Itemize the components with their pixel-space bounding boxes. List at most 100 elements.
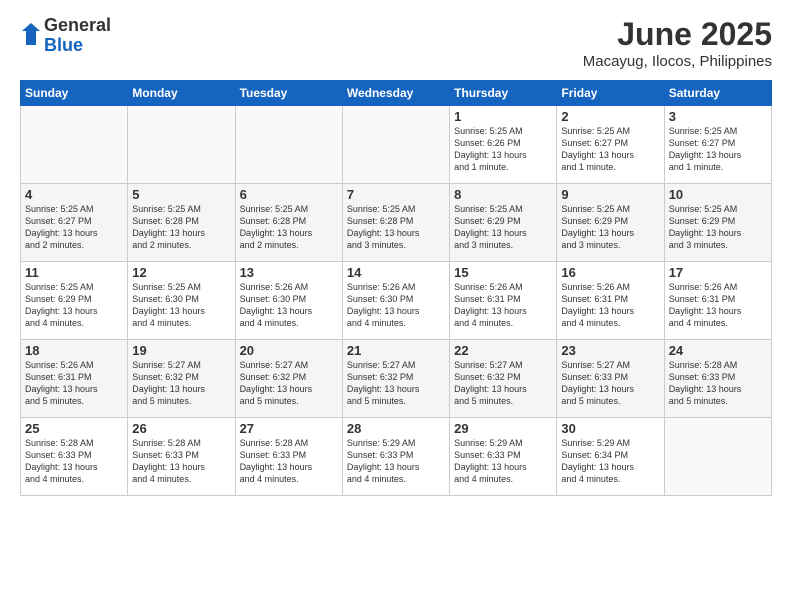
day-info: Sunrise: 5:25 AM Sunset: 6:28 PM Dayligh… [240, 203, 338, 252]
day-number: 19 [132, 343, 230, 358]
table-row: 5Sunrise: 5:25 AM Sunset: 6:28 PM Daylig… [128, 184, 235, 262]
day-number: 11 [25, 265, 123, 280]
table-row: 18Sunrise: 5:26 AM Sunset: 6:31 PM Dayli… [21, 340, 128, 418]
table-row: 22Sunrise: 5:27 AM Sunset: 6:32 PM Dayli… [450, 340, 557, 418]
table-row: 2Sunrise: 5:25 AM Sunset: 6:27 PM Daylig… [557, 106, 664, 184]
table-row: 29Sunrise: 5:29 AM Sunset: 6:33 PM Dayli… [450, 418, 557, 496]
day-info: Sunrise: 5:26 AM Sunset: 6:31 PM Dayligh… [669, 281, 767, 330]
table-row: 17Sunrise: 5:26 AM Sunset: 6:31 PM Dayli… [664, 262, 771, 340]
day-info: Sunrise: 5:25 AM Sunset: 6:28 PM Dayligh… [347, 203, 445, 252]
table-row: 3Sunrise: 5:25 AM Sunset: 6:27 PM Daylig… [664, 106, 771, 184]
day-info: Sunrise: 5:26 AM Sunset: 6:30 PM Dayligh… [347, 281, 445, 330]
col-monday: Monday [128, 81, 235, 106]
logo-blue: Blue [44, 36, 111, 56]
header-row: Sunday Monday Tuesday Wednesday Thursday… [21, 81, 772, 106]
day-number: 9 [561, 187, 659, 202]
day-info: Sunrise: 5:25 AM Sunset: 6:29 PM Dayligh… [561, 203, 659, 252]
table-row: 26Sunrise: 5:28 AM Sunset: 6:33 PM Dayli… [128, 418, 235, 496]
day-info: Sunrise: 5:28 AM Sunset: 6:33 PM Dayligh… [132, 437, 230, 486]
day-number: 20 [240, 343, 338, 358]
day-number: 15 [454, 265, 552, 280]
day-info: Sunrise: 5:25 AM Sunset: 6:29 PM Dayligh… [669, 203, 767, 252]
col-saturday: Saturday [664, 81, 771, 106]
day-number: 3 [669, 109, 767, 124]
day-info: Sunrise: 5:28 AM Sunset: 6:33 PM Dayligh… [240, 437, 338, 486]
table-row: 14Sunrise: 5:26 AM Sunset: 6:30 PM Dayli… [342, 262, 449, 340]
table-row: 7Sunrise: 5:25 AM Sunset: 6:28 PM Daylig… [342, 184, 449, 262]
day-number: 24 [669, 343, 767, 358]
table-row: 27Sunrise: 5:28 AM Sunset: 6:33 PM Dayli… [235, 418, 342, 496]
day-number: 28 [347, 421, 445, 436]
table-row: 24Sunrise: 5:28 AM Sunset: 6:33 PM Dayli… [664, 340, 771, 418]
day-info: Sunrise: 5:27 AM Sunset: 6:32 PM Dayligh… [240, 359, 338, 408]
day-number: 25 [25, 421, 123, 436]
table-row: 13Sunrise: 5:26 AM Sunset: 6:30 PM Dayli… [235, 262, 342, 340]
table-row: 30Sunrise: 5:29 AM Sunset: 6:34 PM Dayli… [557, 418, 664, 496]
table-row [128, 106, 235, 184]
day-number: 16 [561, 265, 659, 280]
day-info: Sunrise: 5:25 AM Sunset: 6:29 PM Dayligh… [25, 281, 123, 330]
col-thursday: Thursday [450, 81, 557, 106]
table-row: 11Sunrise: 5:25 AM Sunset: 6:29 PM Dayli… [21, 262, 128, 340]
page: General Blue June 2025 Macayug, Ilocos, … [0, 0, 792, 612]
day-number: 17 [669, 265, 767, 280]
day-number: 26 [132, 421, 230, 436]
table-row: 12Sunrise: 5:25 AM Sunset: 6:30 PM Dayli… [128, 262, 235, 340]
day-info: Sunrise: 5:25 AM Sunset: 6:30 PM Dayligh… [132, 281, 230, 330]
day-number: 29 [454, 421, 552, 436]
col-tuesday: Tuesday [235, 81, 342, 106]
day-number: 30 [561, 421, 659, 436]
day-info: Sunrise: 5:26 AM Sunset: 6:31 PM Dayligh… [561, 281, 659, 330]
table-row: 1Sunrise: 5:25 AM Sunset: 6:26 PM Daylig… [450, 106, 557, 184]
table-row: 19Sunrise: 5:27 AM Sunset: 6:32 PM Dayli… [128, 340, 235, 418]
day-info: Sunrise: 5:25 AM Sunset: 6:29 PM Dayligh… [454, 203, 552, 252]
logo-general: General [44, 16, 111, 36]
calendar-week-2: 4Sunrise: 5:25 AM Sunset: 6:27 PM Daylig… [21, 184, 772, 262]
day-info: Sunrise: 5:25 AM Sunset: 6:27 PM Dayligh… [561, 125, 659, 174]
day-info: Sunrise: 5:25 AM Sunset: 6:26 PM Dayligh… [454, 125, 552, 174]
day-number: 1 [454, 109, 552, 124]
calendar-week-4: 18Sunrise: 5:26 AM Sunset: 6:31 PM Dayli… [21, 340, 772, 418]
table-row: 15Sunrise: 5:26 AM Sunset: 6:31 PM Dayli… [450, 262, 557, 340]
day-info: Sunrise: 5:28 AM Sunset: 6:33 PM Dayligh… [669, 359, 767, 408]
day-info: Sunrise: 5:29 AM Sunset: 6:33 PM Dayligh… [454, 437, 552, 486]
day-number: 22 [454, 343, 552, 358]
calendar-week-5: 25Sunrise: 5:28 AM Sunset: 6:33 PM Dayli… [21, 418, 772, 496]
day-number: 18 [25, 343, 123, 358]
day-number: 6 [240, 187, 338, 202]
day-info: Sunrise: 5:27 AM Sunset: 6:32 PM Dayligh… [132, 359, 230, 408]
logo: General Blue [20, 16, 111, 56]
day-info: Sunrise: 5:27 AM Sunset: 6:32 PM Dayligh… [454, 359, 552, 408]
day-number: 27 [240, 421, 338, 436]
table-row [235, 106, 342, 184]
table-row: 4Sunrise: 5:25 AM Sunset: 6:27 PM Daylig… [21, 184, 128, 262]
day-number: 4 [25, 187, 123, 202]
day-info: Sunrise: 5:28 AM Sunset: 6:33 PM Dayligh… [25, 437, 123, 486]
month-title: June 2025 [583, 16, 772, 53]
table-row: 6Sunrise: 5:25 AM Sunset: 6:28 PM Daylig… [235, 184, 342, 262]
table-row: 23Sunrise: 5:27 AM Sunset: 6:33 PM Dayli… [557, 340, 664, 418]
day-number: 13 [240, 265, 338, 280]
day-number: 23 [561, 343, 659, 358]
location: Macayug, Ilocos, Philippines [583, 53, 772, 70]
table-row: 21Sunrise: 5:27 AM Sunset: 6:32 PM Dayli… [342, 340, 449, 418]
day-number: 12 [132, 265, 230, 280]
day-number: 5 [132, 187, 230, 202]
day-info: Sunrise: 5:26 AM Sunset: 6:31 PM Dayligh… [25, 359, 123, 408]
table-row: 16Sunrise: 5:26 AM Sunset: 6:31 PM Dayli… [557, 262, 664, 340]
table-row [664, 418, 771, 496]
col-sunday: Sunday [21, 81, 128, 106]
day-number: 10 [669, 187, 767, 202]
day-number: 8 [454, 187, 552, 202]
calendar-week-1: 1Sunrise: 5:25 AM Sunset: 6:26 PM Daylig… [21, 106, 772, 184]
table-row: 28Sunrise: 5:29 AM Sunset: 6:33 PM Dayli… [342, 418, 449, 496]
col-wednesday: Wednesday [342, 81, 449, 106]
calendar-week-3: 11Sunrise: 5:25 AM Sunset: 6:29 PM Dayli… [21, 262, 772, 340]
title-block: June 2025 Macayug, Ilocos, Philippines [583, 16, 772, 70]
day-info: Sunrise: 5:29 AM Sunset: 6:34 PM Dayligh… [561, 437, 659, 486]
table-row: 20Sunrise: 5:27 AM Sunset: 6:32 PM Dayli… [235, 340, 342, 418]
header: General Blue June 2025 Macayug, Ilocos, … [20, 16, 772, 70]
day-number: 21 [347, 343, 445, 358]
day-info: Sunrise: 5:29 AM Sunset: 6:33 PM Dayligh… [347, 437, 445, 486]
day-info: Sunrise: 5:26 AM Sunset: 6:31 PM Dayligh… [454, 281, 552, 330]
